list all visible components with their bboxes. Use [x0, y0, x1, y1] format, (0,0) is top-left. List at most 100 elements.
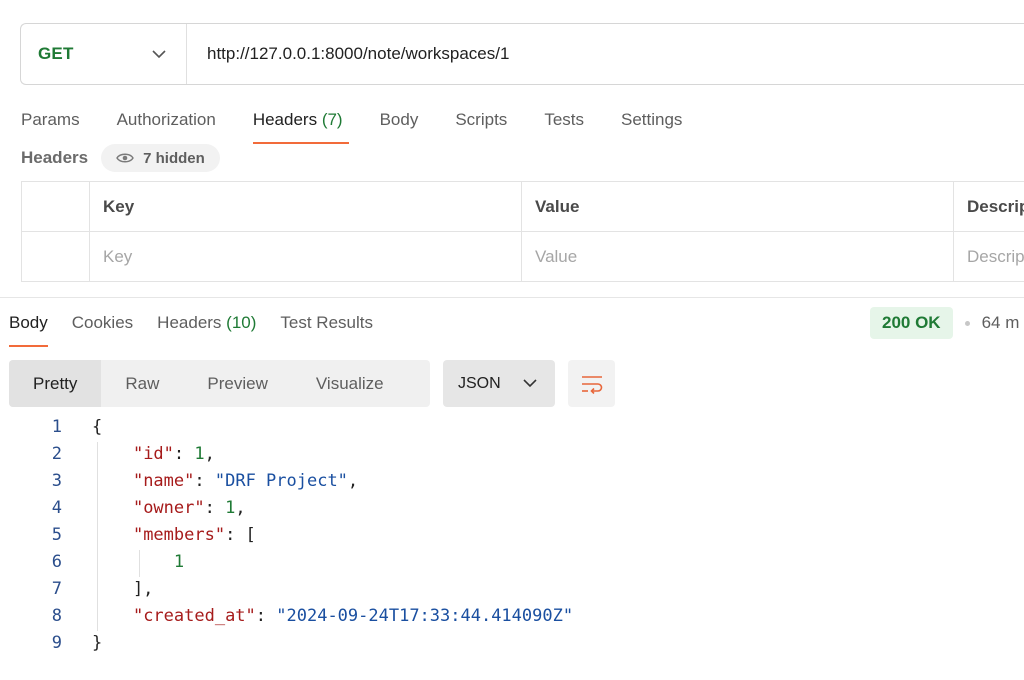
json-punct: :: [173, 444, 195, 464]
line-number: 9: [51, 633, 62, 653]
view-pretty[interactable]: Pretty: [9, 360, 102, 407]
response-tabs: Body Cookies Headers (10) Test Results: [9, 305, 397, 347]
tab-authorization[interactable]: Authorization: [117, 102, 216, 144]
row-checkbox-cell: [22, 232, 90, 281]
chevron-down-icon: [152, 47, 166, 61]
code-content: "owner": 1,: [92, 495, 246, 522]
json-key: "owner": [132, 498, 205, 518]
json-punct: [92, 552, 174, 572]
chevron-down-icon: [523, 379, 537, 388]
json-punct: ,: [204, 444, 215, 464]
tab-tests[interactable]: Tests: [544, 102, 584, 144]
format-label: JSON: [458, 374, 501, 392]
response-body-code[interactable]: 1{2 "id": 1, 3 "name": "DRF Project", 4 "o…: [0, 414, 1024, 657]
column-header-value: Value: [522, 182, 954, 231]
hidden-count-label: 7 hidden: [143, 149, 205, 167]
json-key: "members": [132, 525, 226, 545]
description-input[interactable]: Descrip: [954, 232, 1024, 281]
wrap-lines-button[interactable]: [568, 360, 615, 407]
view-raw[interactable]: Raw: [101, 360, 183, 407]
tab-body[interactable]: Body: [380, 102, 419, 144]
request-tabs: Params Authorization Headers (7) Body Sc…: [21, 102, 719, 146]
tab-count: (7): [321, 110, 343, 129]
hidden-headers-toggle[interactable]: 7 hidden: [101, 144, 220, 172]
code-content: }: [92, 630, 102, 657]
tab-label: Settings: [621, 110, 683, 129]
url-input[interactable]: http://127.0.0.1:8000/note/workspaces/1: [187, 44, 509, 64]
json-punct: :: [255, 606, 277, 626]
json-key: "created_at": [132, 606, 256, 626]
tab-label: Cookies: [71, 313, 134, 332]
key-input[interactable]: Key: [90, 232, 522, 281]
request-bar: GET http://127.0.0.1:8000/note/workspace…: [20, 23, 1024, 85]
json-str: "DRF Project": [214, 471, 348, 491]
tab-count: (10): [226, 313, 257, 332]
response-status: 200 OK 64 m: [870, 307, 1019, 339]
json-punct: ],: [92, 579, 154, 599]
view-preview[interactable]: Preview: [183, 360, 291, 407]
response-tab-test-results[interactable]: Test Results: [280, 305, 373, 347]
code-content: "name": "DRF Project",: [92, 468, 358, 495]
tab-settings[interactable]: Settings: [621, 102, 682, 144]
view-visualize[interactable]: Visualize: [292, 360, 408, 407]
code-line: 3 "name": "DRF Project",: [0, 468, 1024, 495]
json-punct: [92, 606, 133, 626]
line-number: 7: [51, 579, 62, 599]
json-punct: [92, 498, 133, 518]
tab-label: Test Results: [280, 313, 373, 332]
line-number: 5: [51, 525, 62, 545]
json-key: "id": [132, 444, 174, 464]
json-key: "name": [132, 471, 195, 491]
tab-label: Body: [379, 110, 419, 129]
json-punct: ,: [347, 471, 359, 491]
json-str: "2024-09-24T17:33:44.414090Z": [276, 606, 574, 626]
column-header-key: Key: [90, 182, 522, 231]
status-badge[interactable]: 200 OK: [870, 307, 953, 339]
tab-scripts[interactable]: Scripts: [455, 102, 507, 144]
line-number: 6: [51, 552, 62, 572]
headers-table: Key Value Descrip Key Value Descrip: [21, 181, 1024, 282]
tab-label: Scripts: [455, 110, 508, 129]
method-select[interactable]: GET: [21, 24, 187, 84]
line-number: 1: [51, 417, 62, 437]
response-tab-cookies[interactable]: Cookies: [72, 305, 133, 347]
line-number: 4: [51, 498, 62, 518]
line-number: 2: [51, 444, 62, 464]
code-content: {: [92, 414, 102, 441]
tab-label: Params: [21, 110, 80, 129]
table-header-row: Key Value Descrip: [22, 182, 1024, 232]
code-line: 5 "members": [: [0, 522, 1024, 549]
code-content: 1: [92, 549, 184, 576]
tab-label: Authorization: [116, 110, 216, 129]
code-line: 7 ],: [0, 576, 1024, 603]
json-punct: [92, 444, 133, 464]
tab-headers[interactable]: Headers (7): [252, 102, 349, 144]
code-line: 4 "owner": 1,: [0, 495, 1024, 522]
code-line: 9}: [0, 630, 1024, 657]
code-content: "created_at": "2024-09-24T17:33:44.41409…: [92, 603, 573, 630]
tab-params[interactable]: Params: [21, 102, 80, 144]
code-content: "members": [: [92, 522, 256, 549]
tab-label: Tests: [544, 110, 584, 129]
json-num: 1: [173, 552, 185, 572]
code-line: 8 "created_at": "2024-09-24T17:33:44.414…: [0, 603, 1024, 630]
json-punct: : [: [225, 525, 256, 545]
value-input[interactable]: Value: [522, 232, 954, 281]
code-line: 1{: [0, 414, 1024, 441]
format-select[interactable]: JSON: [443, 360, 555, 407]
headers-title: Headers: [21, 148, 89, 167]
line-number: 3: [51, 471, 62, 491]
code-line: 6 1: [0, 549, 1024, 576]
response-tab-headers[interactable]: Headers (10): [157, 305, 256, 347]
wrap-lines-icon: [581, 375, 602, 394]
line-number: 8: [51, 606, 62, 626]
eye-icon: [116, 153, 134, 163]
response-time[interactable]: 64 m: [982, 313, 1020, 333]
tab-label: Body: [9, 313, 48, 332]
pane-divider[interactable]: [0, 297, 1024, 298]
response-tab-body[interactable]: Body: [9, 305, 48, 347]
tab-label: Headers: [252, 110, 318, 129]
code-content: "id": 1,: [92, 441, 215, 468]
json-punct: [92, 471, 133, 491]
view-mode-selector: Pretty Raw Preview Visualize: [9, 360, 430, 407]
